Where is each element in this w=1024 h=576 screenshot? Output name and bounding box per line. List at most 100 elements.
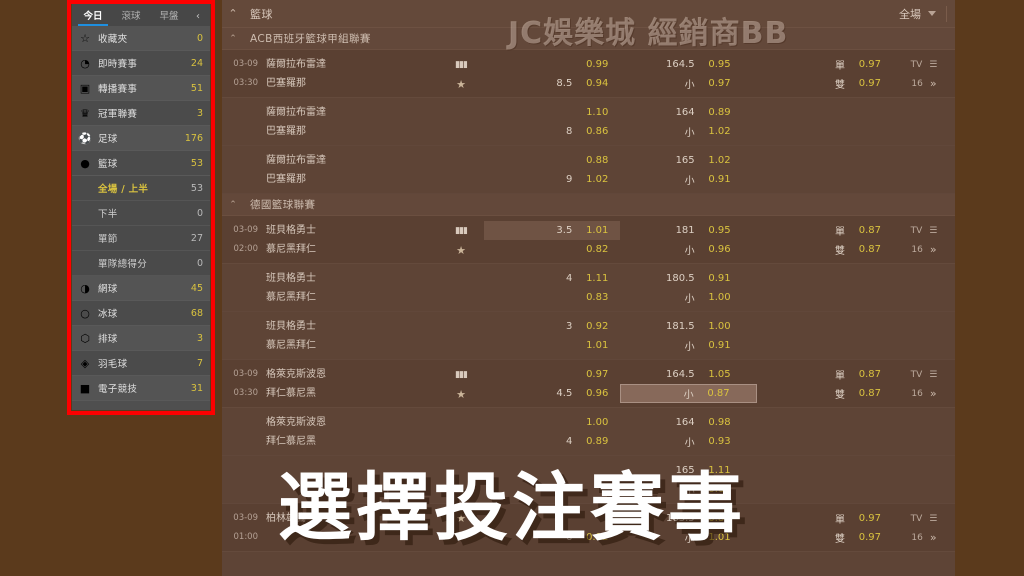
odds-cell[interactable]: 181.5 1.00 xyxy=(620,317,756,336)
odds-cell[interactable]: 164 0.98 xyxy=(620,413,756,432)
more-markets-line[interactable]: 16 » xyxy=(893,240,955,259)
odds-cell[interactable]: 1.00 xyxy=(484,413,620,432)
tv-line[interactable] xyxy=(893,269,955,288)
match-row[interactable]: 班貝格勇士 慕尼黑拜仁 3 0.92 1.01 181.5 1.00 小 0.91 xyxy=(222,312,955,360)
match-markers xyxy=(438,146,484,193)
match-row[interactable]: 03-09 03:30 格萊克斯波恩 拜仁慕尼黑 ▮▮▮ ★ 0.97 4.5 0.96 164.… xyxy=(222,360,955,408)
odds-handicap: 單 xyxy=(834,227,845,238)
odds-cell[interactable]: 0.99 xyxy=(484,55,620,74)
total-column: 164.5 1.05 小 0.87 xyxy=(620,365,757,407)
sidebar-item-star[interactable]: ☆ 收藏夾 0 xyxy=(72,26,210,51)
sidebar-subitem[interactable]: 單節 27 xyxy=(72,226,210,251)
sidebar-item-tennis-ball[interactable]: ◑ 網球 45 xyxy=(72,276,210,301)
match-row[interactable]: 薩爾拉布雷達 巴塞羅那 1.10 8 0.86 164 0.89 小 1.02 xyxy=(222,98,955,146)
tv-label: TV xyxy=(910,59,923,70)
tv-line[interactable]: TV ☰ xyxy=(893,221,955,240)
more-markets-line[interactable] xyxy=(893,122,955,141)
sidebar-item-badminton[interactable]: ◈ 羽毛球 7 xyxy=(72,351,210,376)
odds-cell[interactable]: 181 0.95 xyxy=(620,221,756,240)
tab-today[interactable]: 今日 xyxy=(74,8,112,26)
match-kickoff: 03:30 xyxy=(233,388,259,398)
odds-cell[interactable]: 小 0.96 xyxy=(620,240,756,259)
odds-cell[interactable]: 0.83 xyxy=(484,288,620,307)
odds-cell[interactable]: 164 0.89 xyxy=(620,103,756,122)
sidebar-collapse-icon[interactable]: ‹ xyxy=(188,11,208,26)
odds-cell[interactable]: 雙 0.87 xyxy=(757,240,893,259)
sidebar-subitem[interactable]: 全場 / 上半 53 xyxy=(72,176,210,201)
tv-line[interactable] xyxy=(893,317,955,336)
odds-cell[interactable]: 165 1.02 xyxy=(620,151,756,170)
favorite-star-icon[interactable]: ★ xyxy=(456,388,466,401)
odds-cell[interactable]: 雙 0.97 xyxy=(757,74,893,93)
favorite-star-icon[interactable]: ★ xyxy=(456,244,466,257)
more-markets-line[interactable] xyxy=(893,288,955,307)
more-markets-line[interactable] xyxy=(893,336,955,355)
odds-cell[interactable]: 單 0.87 xyxy=(757,365,893,384)
tab-early[interactable]: 早盤 xyxy=(150,8,188,26)
sidebar-subitem[interactable]: 單隊總得分 0 xyxy=(72,251,210,276)
match-row[interactable]: 薩爾拉布雷達 巴塞羅那 0.88 9 1.02 165 1.02 小 0.91 xyxy=(222,146,955,194)
odds-cell[interactable]: 180.5 0.91 xyxy=(620,269,756,288)
sidebar-item-volleyball[interactable]: ⬡ 排球 3 xyxy=(72,326,210,351)
odds-cell[interactable]: 8.5 0.94 xyxy=(484,74,620,93)
more-markets-line[interactable] xyxy=(893,170,955,189)
tv-line[interactable] xyxy=(893,103,955,122)
sidebar-subitem[interactable]: 下半 0 xyxy=(72,201,210,226)
odds-cell[interactable]: 小 1.02 xyxy=(620,122,756,141)
odds-cell[interactable]: 小 0.97 xyxy=(620,74,756,93)
odds-cell[interactable]: 小 0.87 xyxy=(620,384,757,403)
odds-cell[interactable]: 單 0.87 xyxy=(757,221,893,240)
odds-group: 1.10 8 0.86 164 0.89 小 1.02 xyxy=(484,98,893,145)
market-filter-dropdown[interactable]: 全場 xyxy=(899,6,946,22)
chevron-down-icon xyxy=(928,11,936,16)
sidebar-item-esports[interactable]: ■ 電子競技 31 xyxy=(72,376,210,401)
odds-handicap: 8 xyxy=(565,126,573,137)
sidebar-item-calendar[interactable]: ▣ 轉播賽事 51 xyxy=(72,76,210,101)
odds-cell[interactable]: 雙 0.87 xyxy=(757,384,893,403)
favorite-star-icon[interactable]: ★ xyxy=(456,78,466,91)
tab-live[interactable]: 滾球 xyxy=(112,8,150,26)
odds-cell[interactable]: 4.5 0.96 xyxy=(484,384,620,403)
odds-cell[interactable]: 小 1.00 xyxy=(620,288,756,307)
match-row[interactable]: 03-09 02:00 班貝格勇士 慕尼黑拜仁 ▮▮▮ ★ 3.5 1.01 0.82 181 0.… xyxy=(222,216,955,264)
odds-cell[interactable]: 單 0.97 xyxy=(757,55,893,74)
sidebar-item-crown[interactable]: ♛ 冠軍聯賽 3 xyxy=(72,101,210,126)
more-markets-line[interactable]: 16 » xyxy=(893,74,955,93)
odds-cell[interactable]: 0.88 xyxy=(484,151,620,170)
odds-cell[interactable]: 1.01 xyxy=(484,336,620,355)
live-stream-icon[interactable]: ▮▮▮ xyxy=(455,226,468,236)
match-row[interactable]: 班貝格勇士 慕尼黑拜仁 4 1.11 0.83 180.5 0.91 小 1.00 xyxy=(222,264,955,312)
tennis-ball-icon: ◑ xyxy=(80,281,90,295)
collapse-all-icon[interactable]: ⌃ xyxy=(222,0,244,28)
live-stream-icon[interactable]: ▮▮▮ xyxy=(455,370,468,380)
sidebar-item-basketball[interactable]: ● 籃球 53 xyxy=(72,151,210,176)
odds-cell[interactable]: 9 1.02 xyxy=(484,170,620,189)
odds-cell[interactable]: 小 0.91 xyxy=(620,336,756,355)
sidebar-item-label: 冠軍聯賽 xyxy=(98,109,138,120)
odds-cell[interactable]: 1.10 xyxy=(484,103,620,122)
odds-cell[interactable]: 0.82 xyxy=(484,240,620,259)
tv-line[interactable] xyxy=(893,151,955,170)
sports-sidebar: 今日 滾球 早盤 ‹ ☆ 收藏夾 0 ◔ 即時賽事 24 ▣ 轉播賽事 51 ♛ 冠軍聯賽 3 ⚽ 足球 1… xyxy=(72,0,210,410)
match-row[interactable]: 03-09 03:30 薩爾拉布雷達 巴塞羅那 ▮▮▮ ★ 0.99 8.5 0.94 164.5… xyxy=(222,50,955,98)
odds-cell[interactable]: 0.97 xyxy=(484,365,620,384)
odds-cell[interactable]: 164.5 0.95 xyxy=(620,55,756,74)
sidebar-item-soccer-ball[interactable]: ⚽ 足球 176 xyxy=(72,126,210,151)
league-header[interactable]: ⌃ 德國籃球聯賽 xyxy=(222,194,955,216)
tv-line[interactable] xyxy=(893,413,955,432)
odds-cell[interactable]: 3 0.92 xyxy=(484,317,620,336)
more-markets-line[interactable]: 16 » xyxy=(893,384,955,403)
sidebar-item-hockey-puck[interactable]: ○ 冰球 68 xyxy=(72,301,210,326)
tv-label: TV xyxy=(910,369,923,380)
tv-line[interactable]: TV ☰ xyxy=(893,365,955,384)
tv-line[interactable]: TV ☰ xyxy=(893,55,955,74)
odds-cell[interactable]: 3.5 1.01 xyxy=(484,221,621,240)
odds-cell[interactable]: 164.5 1.05 xyxy=(620,365,756,384)
live-stream-icon[interactable]: ▮▮▮ xyxy=(455,60,468,70)
sidebar-item-label: 收藏夾 xyxy=(98,34,128,45)
sidebar-item-clock[interactable]: ◔ 即時賽事 24 xyxy=(72,51,210,76)
match-teams: 班貝格勇士 慕尼黑拜仁 xyxy=(258,312,438,359)
odds-cell[interactable]: 4 1.11 xyxy=(484,269,620,288)
odds-cell[interactable]: 8 0.86 xyxy=(484,122,620,141)
odds-cell[interactable]: 小 0.91 xyxy=(620,170,756,189)
